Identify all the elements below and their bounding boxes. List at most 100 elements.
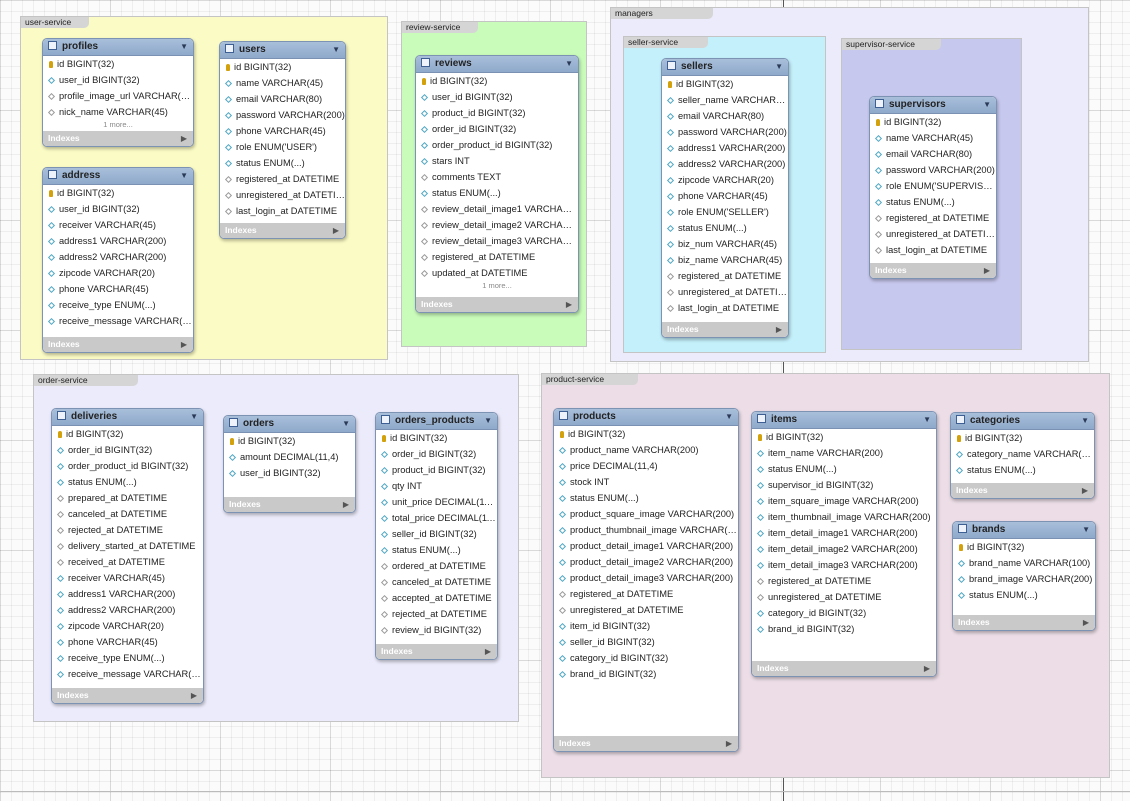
column-row[interactable]: review_detail_image3 VARCHAR(… xyxy=(416,233,578,249)
indexes-footer[interactable]: Indexes ▶ xyxy=(52,688,203,703)
column-row[interactable]: brand_image VARCHAR(200) xyxy=(953,571,1095,587)
indexes-footer[interactable]: Indexes ▶ xyxy=(376,644,497,659)
column-row[interactable]: id BIGINT(32) xyxy=(554,426,738,442)
indexes-footer[interactable]: Indexes ▶ xyxy=(224,497,355,512)
more-columns-indicator[interactable]: 1 more... xyxy=(43,120,193,131)
expand-indexes-icon[interactable]: ▶ xyxy=(181,131,187,146)
table-supervisors[interactable]: supervisors ▼ id BIGINT(32) name VARCHAR(4… xyxy=(869,96,997,279)
column-row[interactable]: receive_type ENUM(...) xyxy=(52,650,203,666)
column-row[interactable]: updated_at DATETIME xyxy=(416,265,578,281)
table-header[interactable]: categories ▼ xyxy=(951,413,1094,430)
column-row[interactable]: received_at DATETIME xyxy=(52,554,203,570)
table-header[interactable]: sellers ▼ xyxy=(662,59,788,76)
column-row[interactable]: registered_at DATETIME xyxy=(220,171,345,187)
column-row[interactable]: status ENUM(...) xyxy=(951,462,1094,478)
column-row[interactable]: status ENUM(...) xyxy=(870,194,996,210)
column-row[interactable]: amount DECIMAL(11,4) xyxy=(224,449,355,465)
column-row[interactable]: item_thumbnail_image VARCHAR(200) xyxy=(752,509,936,525)
collapse-triangle-icon[interactable]: ▼ xyxy=(342,416,350,432)
column-row[interactable]: item_id BIGINT(32) xyxy=(554,618,738,634)
column-row[interactable]: user_id BIGINT(32) xyxy=(224,465,355,481)
table-header[interactable]: orders_products ▼ xyxy=(376,413,497,430)
column-row[interactable]: address1 VARCHAR(200) xyxy=(43,233,193,249)
column-row[interactable]: product_detail_image2 VARCHAR(200) xyxy=(554,554,738,570)
expand-indexes-icon[interactable]: ▶ xyxy=(726,736,732,751)
column-row[interactable]: brand_id BIGINT(32) xyxy=(554,666,738,682)
column-row[interactable]: review_detail_image1 VARCHAR(… xyxy=(416,201,578,217)
column-row[interactable]: id BIGINT(32) xyxy=(752,429,936,445)
column-row[interactable]: product_detail_image1 VARCHAR(200) xyxy=(554,538,738,554)
indexes-footer[interactable]: Indexes ▶ xyxy=(43,337,193,352)
table-items[interactable]: items ▼ id BIGINT(32) item_name VARCHAR(20… xyxy=(751,411,937,677)
column-row[interactable]: email VARCHAR(80) xyxy=(220,91,345,107)
indexes-footer[interactable]: Indexes ▶ xyxy=(554,736,738,751)
column-row[interactable]: product_detail_image3 VARCHAR(200) xyxy=(554,570,738,586)
column-row[interactable]: address2 VARCHAR(200) xyxy=(43,249,193,265)
column-row[interactable]: phone VARCHAR(45) xyxy=(52,634,203,650)
column-row[interactable]: product_id BIGINT(32) xyxy=(376,462,497,478)
column-row[interactable]: item_square_image VARCHAR(200) xyxy=(752,493,936,509)
column-row[interactable]: stock INT xyxy=(554,474,738,490)
column-row[interactable]: last_login_at DATETIME xyxy=(870,242,996,258)
table-categories[interactable]: categories ▼ id BIGINT(32) category_name V… xyxy=(950,412,1095,499)
collapse-triangle-icon[interactable]: ▼ xyxy=(332,42,340,58)
table-header[interactable]: supervisors ▼ xyxy=(870,97,996,114)
column-row[interactable]: phone VARCHAR(45) xyxy=(662,188,788,204)
column-row[interactable]: receive_type ENUM(...) xyxy=(43,297,193,313)
table-header[interactable]: brands ▼ xyxy=(953,522,1095,539)
column-row[interactable]: order_id BIGINT(32) xyxy=(52,442,203,458)
column-row[interactable]: address1 VARCHAR(200) xyxy=(52,586,203,602)
column-row[interactable]: stars INT xyxy=(416,153,578,169)
column-row[interactable]: id BIGINT(32) xyxy=(224,433,355,449)
column-row[interactable]: order_product_id BIGINT(32) xyxy=(416,137,578,153)
column-row[interactable]: role ENUM('USER') xyxy=(220,139,345,155)
column-row[interactable]: last_login_at DATETIME xyxy=(220,203,345,219)
column-row[interactable]: address2 VARCHAR(200) xyxy=(52,602,203,618)
table-reviews[interactable]: reviews ▼ id BIGINT(32) user_id BIGINT(32)… xyxy=(415,55,579,313)
column-row[interactable]: total_price DECIMAL(11,4) xyxy=(376,510,497,526)
column-row[interactable]: category_id BIGINT(32) xyxy=(752,605,936,621)
column-row[interactable]: unregistered_at DATETIME xyxy=(554,602,738,618)
column-row[interactable]: name VARCHAR(45) xyxy=(870,130,996,146)
column-row[interactable]: rejected_at DATETIME xyxy=(52,522,203,538)
expand-indexes-icon[interactable]: ▶ xyxy=(191,688,197,703)
table-orders-products[interactable]: orders_products ▼ id BIGINT(32) order_id B… xyxy=(375,412,498,660)
table-header[interactable]: orders ▼ xyxy=(224,416,355,433)
table-header[interactable]: address ▼ xyxy=(43,168,193,185)
column-row[interactable]: supervisor_id BIGINT(32) xyxy=(752,477,936,493)
column-row[interactable]: unit_price DECIMAL(11,4) xyxy=(376,494,497,510)
column-row[interactable]: unregistered_at DATETIME xyxy=(220,187,345,203)
table-orders[interactable]: orders ▼ id BIGINT(32) amount DECIMAL(11,4… xyxy=(223,415,356,513)
table-brands[interactable]: brands ▼ id BIGINT(32) brand_name VARCHAR(… xyxy=(952,521,1096,631)
collapse-triangle-icon[interactable]: ▼ xyxy=(1082,522,1090,538)
expand-indexes-icon[interactable]: ▶ xyxy=(566,297,572,312)
column-row[interactable]: id BIGINT(32) xyxy=(43,56,193,72)
column-row[interactable]: registered_at DATETIME xyxy=(870,210,996,226)
table-deliveries[interactable]: deliveries ▼ id BIGINT(32) order_id BIGINT… xyxy=(51,408,204,704)
column-row[interactable]: delivery_started_at DATETIME xyxy=(52,538,203,554)
table-header[interactable]: items ▼ xyxy=(752,412,936,429)
table-profiles[interactable]: profiles ▼ id BIGINT(32) user_id BIGINT(32… xyxy=(42,38,194,147)
column-row[interactable]: review_id BIGINT(32) xyxy=(376,622,497,638)
column-row[interactable]: registered_at DATETIME xyxy=(662,268,788,284)
column-row[interactable]: status ENUM(...) xyxy=(752,461,936,477)
column-row[interactable]: category_id BIGINT(32) xyxy=(554,650,738,666)
column-row[interactable]: brand_name VARCHAR(100) xyxy=(953,555,1095,571)
indexes-footer[interactable]: Indexes ▶ xyxy=(416,297,578,312)
column-row[interactable]: zipcode VARCHAR(20) xyxy=(662,172,788,188)
column-row[interactable]: password VARCHAR(200) xyxy=(662,124,788,140)
column-row[interactable]: order_product_id BIGINT(32) xyxy=(52,458,203,474)
table-header[interactable]: profiles ▼ xyxy=(43,39,193,56)
column-row[interactable]: status ENUM(...) xyxy=(953,587,1095,603)
column-row[interactable]: item_detail_image2 VARCHAR(200) xyxy=(752,541,936,557)
column-row[interactable]: id BIGINT(32) xyxy=(416,73,578,89)
expand-indexes-icon[interactable]: ▶ xyxy=(924,661,930,676)
expand-indexes-icon[interactable]: ▶ xyxy=(1082,483,1088,498)
column-row[interactable]: id BIGINT(32) xyxy=(662,76,788,92)
column-row[interactable]: biz_name VARCHAR(45) xyxy=(662,252,788,268)
column-row[interactable]: seller_name VARCHAR(45) xyxy=(662,92,788,108)
collapse-triangle-icon[interactable]: ▼ xyxy=(484,413,492,429)
table-header[interactable]: reviews ▼ xyxy=(416,56,578,73)
column-row[interactable]: phone VARCHAR(45) xyxy=(220,123,345,139)
table-address[interactable]: address ▼ id BIGINT(32) user_id BIGINT(32)… xyxy=(42,167,194,353)
